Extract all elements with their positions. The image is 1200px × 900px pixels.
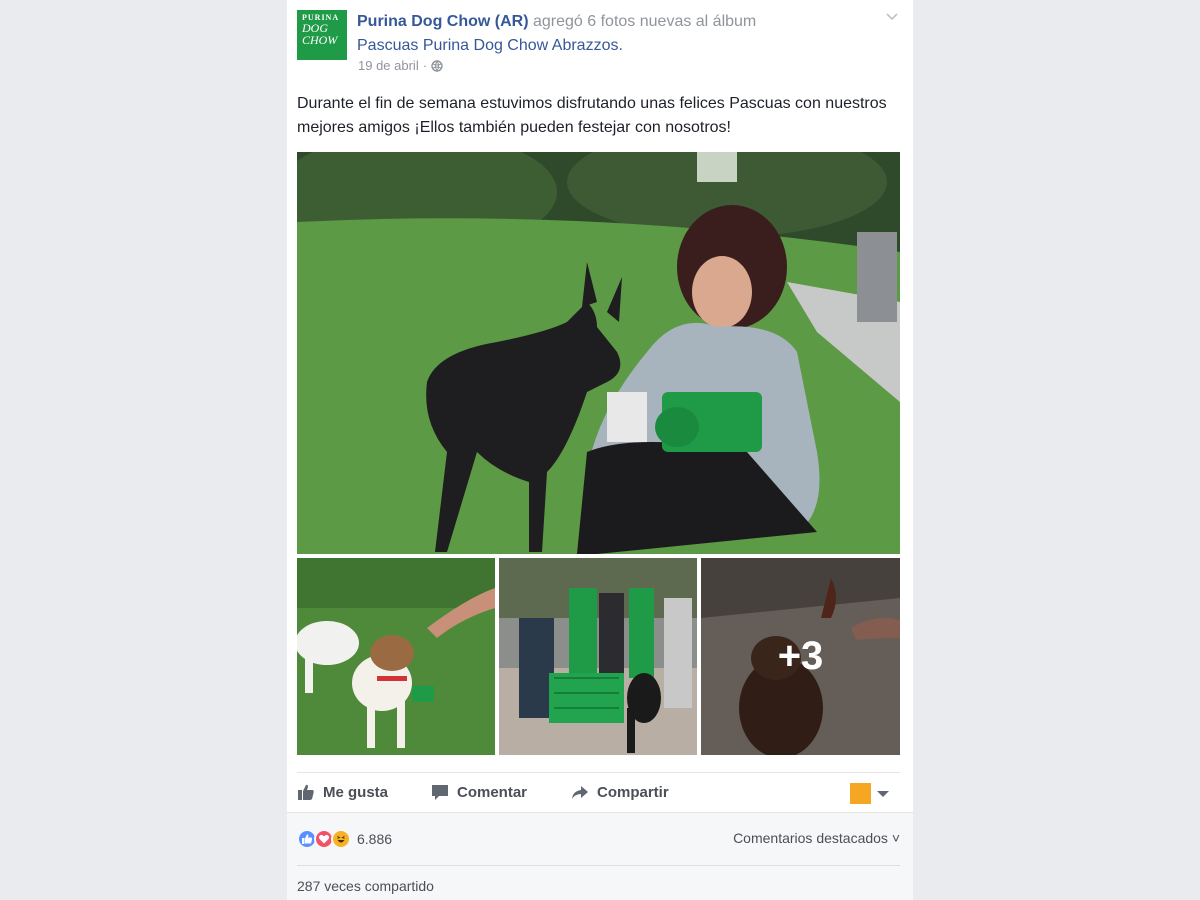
page-name-link[interactable]: Purina Dog Chow (AR) (357, 13, 529, 30)
thumbnail-photo[interactable] (297, 558, 495, 755)
comment-button[interactable]: Comentar (431, 783, 527, 801)
post-date[interactable]: 19 de abril (358, 58, 419, 73)
like-label: Me gusta (323, 783, 389, 801)
photo-dogs-treat (297, 558, 495, 755)
post-header: Purina Dog Chow (AR) agregó 6 fotos nuev… (357, 10, 877, 58)
share-label: Compartir (597, 783, 669, 801)
thumbnail-photo[interactable]: +3 (701, 558, 900, 755)
photo-woman-greyhound (297, 152, 900, 554)
page-avatar[interactable]: PURINA DOG CHOW (297, 10, 347, 60)
globe-icon[interactable] (431, 59, 443, 72)
audience-selector[interactable] (850, 783, 889, 804)
post-card: PURINA DOG CHOW Purina Dog Chow (AR) agr… (287, 0, 913, 900)
album-link[interactable]: Pascuas Purina Dog Chow Abrazzos. (357, 34, 877, 58)
reaction-summary[interactable]: 6.886 (297, 829, 392, 849)
caret-down-icon (877, 790, 889, 797)
comment-icon (432, 785, 448, 800)
post-meta: 19 de abril · (358, 58, 443, 73)
post-action-text: agregó 6 fotos nuevas al álbum (533, 13, 757, 30)
page-identity-icon (850, 783, 871, 804)
post-text: Durante el fin de semana estuvimos disfr… (297, 95, 887, 136)
like-button[interactable]: Me gusta (297, 783, 388, 801)
reaction-count: 6.886 (357, 831, 393, 847)
reactions-section: 6.886 Comentarios destacados ˅ 287 veces… (287, 812, 913, 900)
main-photo[interactable] (297, 152, 900, 554)
photo-event-booth (499, 558, 697, 755)
thumbs-up-icon (298, 784, 314, 800)
more-photos-overlay[interactable]: +3 (701, 558, 900, 755)
logo-line-3: CHOW (302, 33, 338, 47)
meta-separator: · (422, 58, 428, 73)
thumbnail-photo[interactable] (499, 558, 697, 755)
share-button[interactable]: Compartir (571, 783, 669, 801)
chevron-down-icon[interactable] (885, 12, 899, 22)
haha-reaction-icon (331, 829, 351, 849)
divider (297, 865, 900, 866)
action-bar: Me gusta Comentar Compartir (297, 772, 900, 812)
share-count-link[interactable]: 287 veces compartido (297, 878, 434, 894)
featured-comments-dropdown[interactable]: Comentarios destacados ˅ (733, 830, 900, 846)
comment-label: Comentar (457, 783, 528, 801)
share-arrow-icon (572, 786, 588, 799)
